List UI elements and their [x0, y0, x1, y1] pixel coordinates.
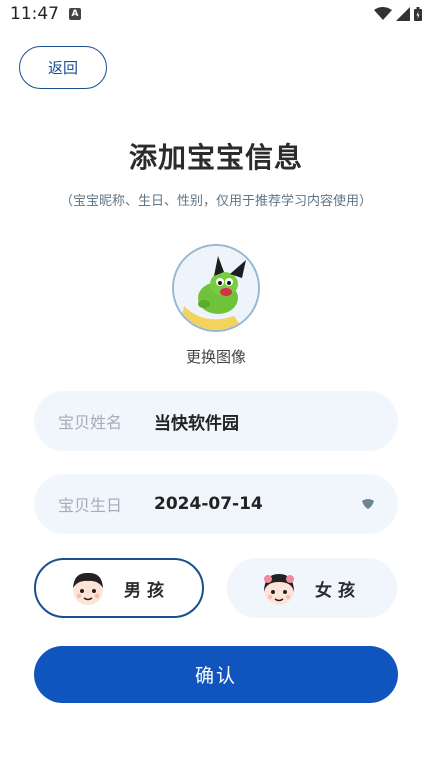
battery-icon — [414, 7, 422, 21]
gender-girl-button[interactable]: 女孩 — [227, 558, 397, 618]
wifi-icon — [374, 7, 392, 20]
boy-face-icon — [73, 572, 103, 605]
back-button[interactable]: 返回 — [19, 46, 107, 89]
baby-birthday-field[interactable]: 宝贝生日 2024-07-14 — [34, 474, 398, 534]
baby-birthday-label: 宝贝生日 — [58, 496, 123, 515]
cartoon-dog-avatar-image — [174, 246, 258, 330]
change-avatar-link[interactable]: 更换图像 — [0, 346, 432, 367]
status-bar: 11:47 A — [0, 0, 432, 28]
notification-icon: A — [69, 8, 81, 20]
gender-boy-button[interactable]: 男孩 — [34, 558, 204, 618]
dropdown-icon[interactable] — [362, 499, 374, 509]
gender-boy-label: 男孩 — [124, 580, 170, 601]
avatar[interactable] — [172, 244, 260, 332]
girl-face-icon — [264, 574, 294, 605]
gender-girl-label: 女孩 — [315, 580, 361, 601]
confirm-button[interactable]: 确认 — [34, 646, 398, 703]
baby-birthday-value[interactable]: 2024-07-14 — [154, 494, 362, 514]
signal-icon — [396, 7, 410, 21]
baby-name-label: 宝贝姓名 — [58, 413, 123, 432]
status-time: 11:47 — [10, 4, 59, 24]
baby-name-field[interactable]: 宝贝姓名 当快软件园 — [34, 391, 398, 451]
page-title: 添加宝宝信息 — [128, 141, 303, 174]
page-subtitle: （宝宝昵称、生日、性别，仅用于推荐学习内容使用） — [59, 194, 372, 209]
baby-name-input[interactable]: 当快软件园 — [154, 409, 398, 434]
